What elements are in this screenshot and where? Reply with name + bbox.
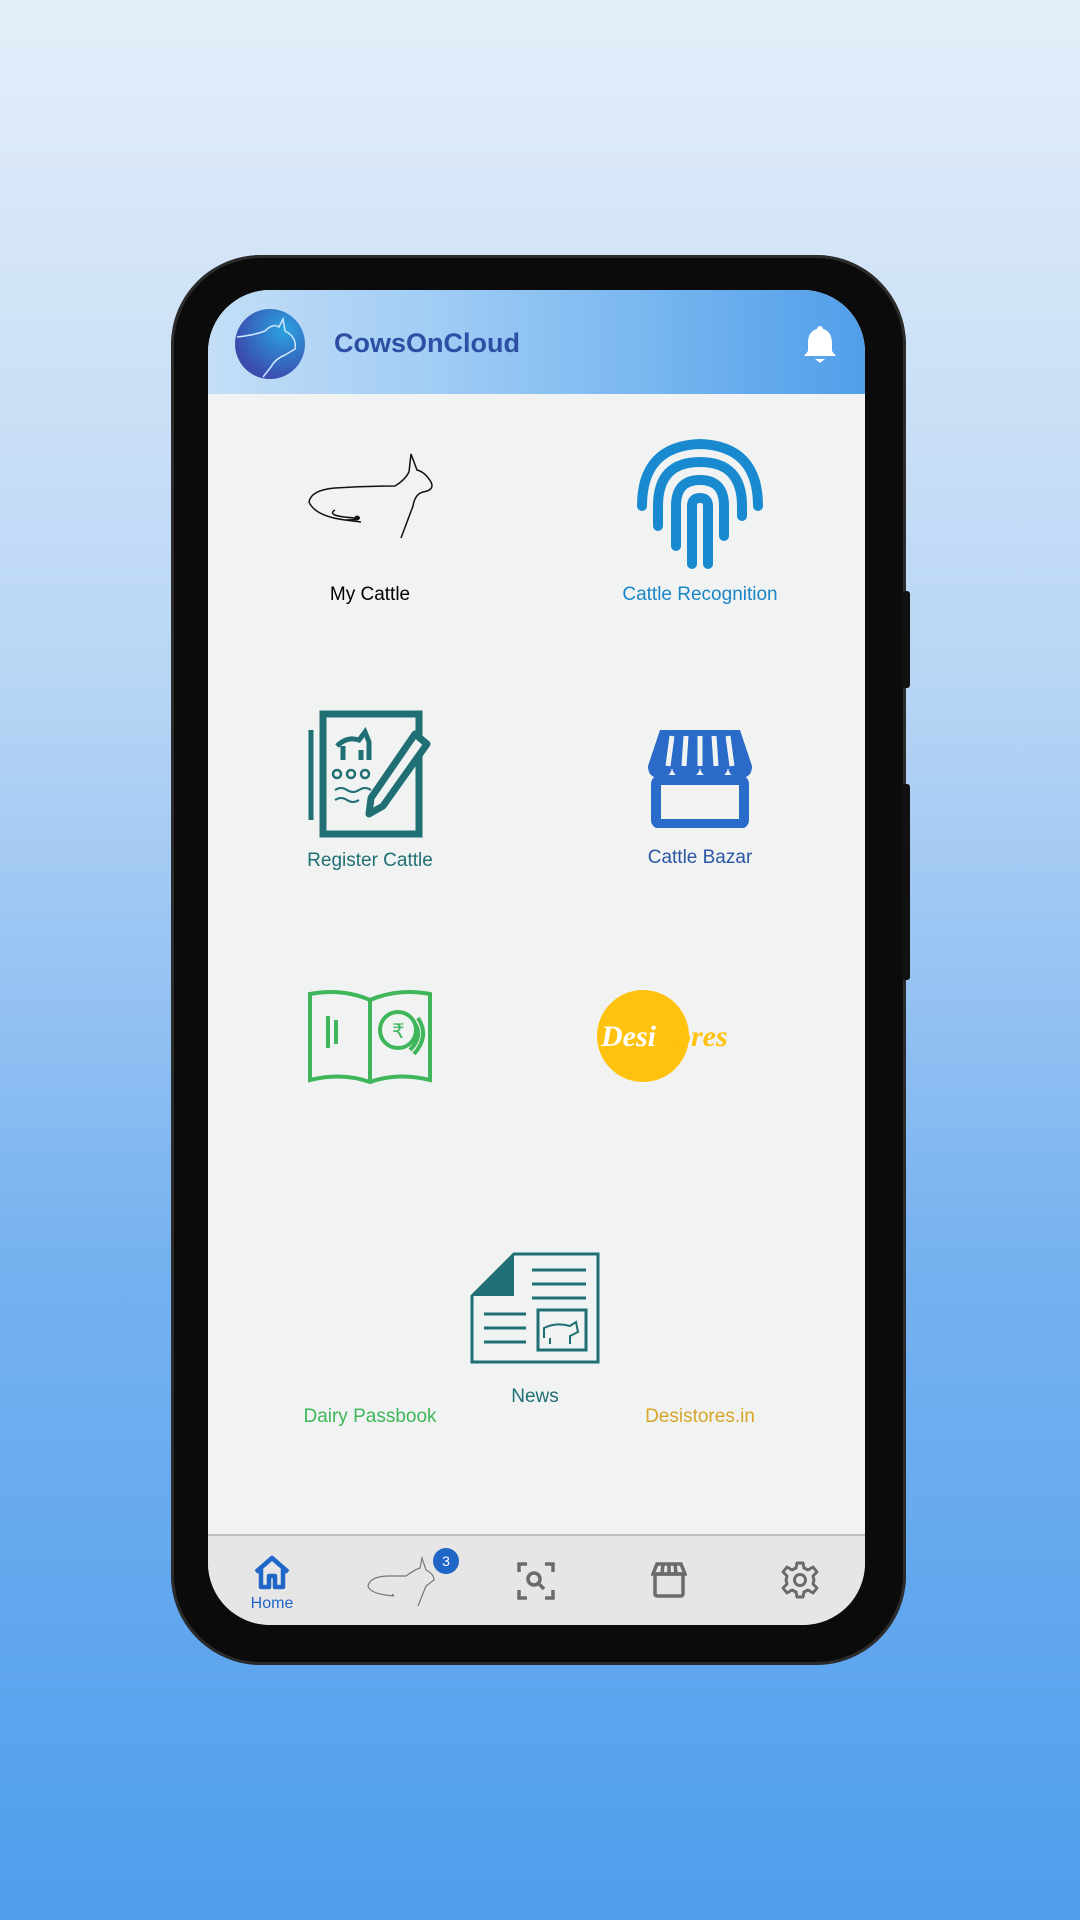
newspaper-icon [470,1252,600,1364]
scan-search-icon [517,1562,555,1600]
tile-dairy-passbook[interactable]: ₹ [220,988,520,1084]
nav-store[interactable] [639,1562,699,1603]
app-screen: CowsOnCloud My Cattle Cattle Recognition… [208,290,865,1625]
app-header: CowsOnCloud [208,290,865,394]
app-title: CowsOnCloud [334,328,520,358]
tile-register-cattle[interactable] [220,710,520,838]
notification-badge: 3 [433,1548,459,1574]
tile-cattle-bazar[interactable] [550,726,850,828]
home-icon [254,1555,290,1590]
nav-scan[interactable] [506,1562,566,1605]
tile-label: My Cattle [329,584,411,605]
tile-label: Cattle Bazar [647,847,753,868]
nav-home-label: Home [250,1595,294,1612]
tile-label: Register Cattle [307,850,433,871]
gear-icon [781,1561,819,1599]
nav-settings[interactable] [770,1560,830,1605]
tile-label: News [511,1386,559,1407]
desistores-logo-text: Desistores [600,1020,728,1053]
nav-home[interactable]: Home [242,1554,302,1613]
tile-label: Dairy Passbook [303,1406,437,1427]
tile-label: Cattle Recognition [622,584,778,605]
cow-outline-icon [308,453,433,539]
store-icon [650,1562,688,1598]
tile-label: Desistores.in [645,1406,755,1427]
desistores-logo: Desistores [597,990,728,1082]
bottom-nav: Home 3 [208,1534,865,1625]
fingerprint-icon [637,438,763,569]
phone-volume-button [902,784,910,980]
svg-text:₹: ₹ [392,1019,405,1043]
tile-news[interactable] [385,1252,685,1364]
phone-side-button [902,591,910,688]
bell-icon[interactable] [802,324,838,369]
tile-cattle-recognition[interactable] [550,436,850,572]
nav-cattle[interactable] [364,1555,444,1613]
passbook-icon: ₹ [308,990,432,1084]
app-logo [235,309,305,379]
tile-desistores[interactable]: Desistores [550,990,850,1082]
register-form-icon [308,710,431,838]
cattle-icon [367,1555,435,1607]
storefront-icon [648,730,752,828]
tile-my-cattle[interactable] [220,450,520,542]
